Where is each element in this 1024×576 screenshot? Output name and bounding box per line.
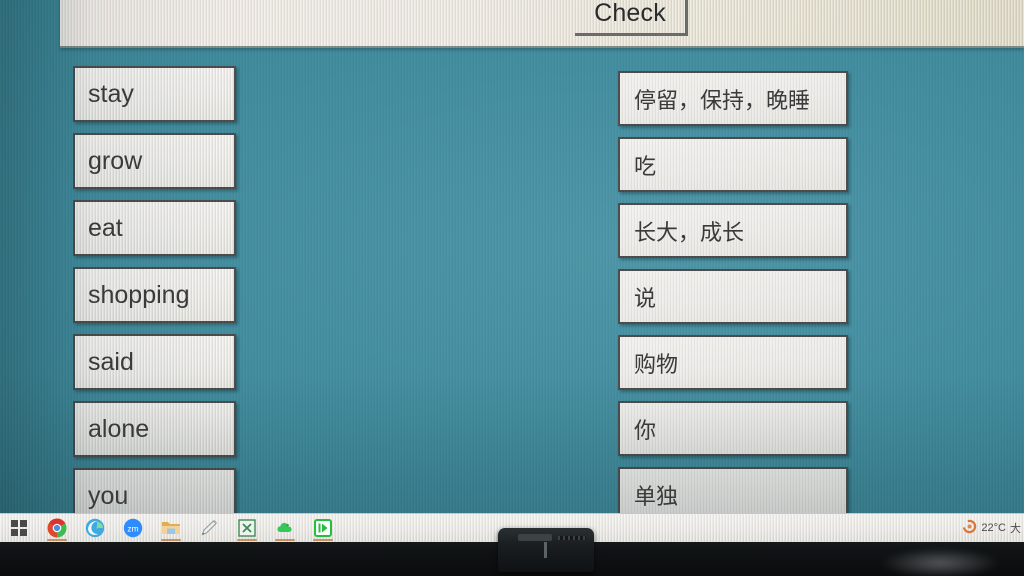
weather-temperature[interactable]: 22°C (981, 522, 1006, 534)
english-word-column: stay grow eat shopping said alone you (73, 66, 236, 524)
chinese-meaning-label: 你 (634, 418, 657, 444)
chinese-meaning-label: 停留，保持，晚睡 (634, 88, 811, 114)
english-word-label: eat (88, 213, 123, 242)
taskbar-system-tray: 22°C 大 (962, 514, 1024, 542)
chinese-meaning-card[interactable]: 说 (618, 269, 848, 324)
excel-icon (238, 519, 256, 537)
green-cloud-app-icon (275, 519, 295, 537)
taskbar-app-edge[interactable] (76, 514, 114, 542)
english-word-label: grow (88, 146, 143, 175)
chinese-meaning-card[interactable]: 长大，成长 (618, 203, 848, 258)
device-grille (558, 536, 586, 540)
english-word-card[interactable]: grow (73, 133, 236, 189)
taskbar-app-chrome[interactable] (38, 514, 76, 542)
device-slot (518, 534, 552, 541)
chinese-meaning-column: 停留，保持，晚睡 吃 长大，成长 说 购物 你 单独 (618, 71, 848, 522)
english-word-card[interactable]: eat (73, 200, 236, 256)
edge-icon (85, 518, 105, 538)
taskbar-app-zoom[interactable]: zm (114, 514, 152, 542)
taskbar-app-excel[interactable] (228, 514, 266, 542)
zoom-icon: zm (123, 518, 143, 538)
english-word-label: shopping (88, 280, 190, 309)
whiteboard-pen-icon (199, 518, 219, 538)
weather-condition-text[interactable]: 大 (1010, 520, 1022, 536)
taskbar-app-whiteboard-pen[interactable] (190, 514, 228, 542)
chrome-icon (47, 518, 67, 538)
english-word-label: said (88, 347, 134, 376)
english-word-label: stay (88, 79, 134, 108)
english-word-label: alone (88, 414, 150, 443)
file-explorer-icon (161, 519, 181, 537)
svg-text:zm: zm (127, 524, 138, 534)
chinese-meaning-card[interactable]: 停留，保持，晚睡 (618, 71, 848, 126)
english-word-card[interactable]: alone (73, 401, 236, 457)
device-stem (544, 542, 547, 558)
desk-device (498, 528, 594, 572)
taskbar-app-green-cloud[interactable] (266, 514, 304, 542)
taskbar-app-media-player[interactable] (304, 514, 342, 542)
chinese-meaning-label: 吃 (634, 154, 657, 180)
media-player-icon (314, 519, 332, 537)
chinese-meaning-label: 购物 (634, 352, 679, 378)
english-word-card[interactable]: said (73, 334, 236, 390)
chinese-meaning-label: 长大，成长 (634, 220, 745, 246)
chinese-meaning-label: 单独 (634, 484, 679, 510)
check-button[interactable]: Check (575, 0, 688, 36)
chinese-meaning-label: 说 (634, 286, 657, 312)
taskbar-icon-strip: zm (0, 514, 342, 542)
windows-start-icon (11, 520, 27, 536)
english-word-card[interactable]: shopping (73, 267, 236, 323)
chinese-meaning-card[interactable]: 吃 (618, 137, 848, 192)
screenshot-root: Check stay grow eat shopping said alone … (0, 0, 1024, 576)
chinese-meaning-card[interactable]: 购物 (618, 335, 848, 390)
windows-start-button[interactable] (0, 514, 38, 542)
english-word-card[interactable]: stay (73, 66, 236, 122)
monitor-screen: Check stay grow eat shopping said alone … (0, 0, 1024, 534)
weather-partly-cloudy-icon[interactable] (962, 519, 977, 537)
chinese-meaning-card[interactable]: 你 (618, 401, 848, 456)
english-word-label: you (88, 481, 129, 510)
app-toolbar (60, 0, 1024, 48)
desk-light-reflection (880, 548, 1000, 576)
taskbar-app-file-explorer[interactable] (152, 514, 190, 542)
